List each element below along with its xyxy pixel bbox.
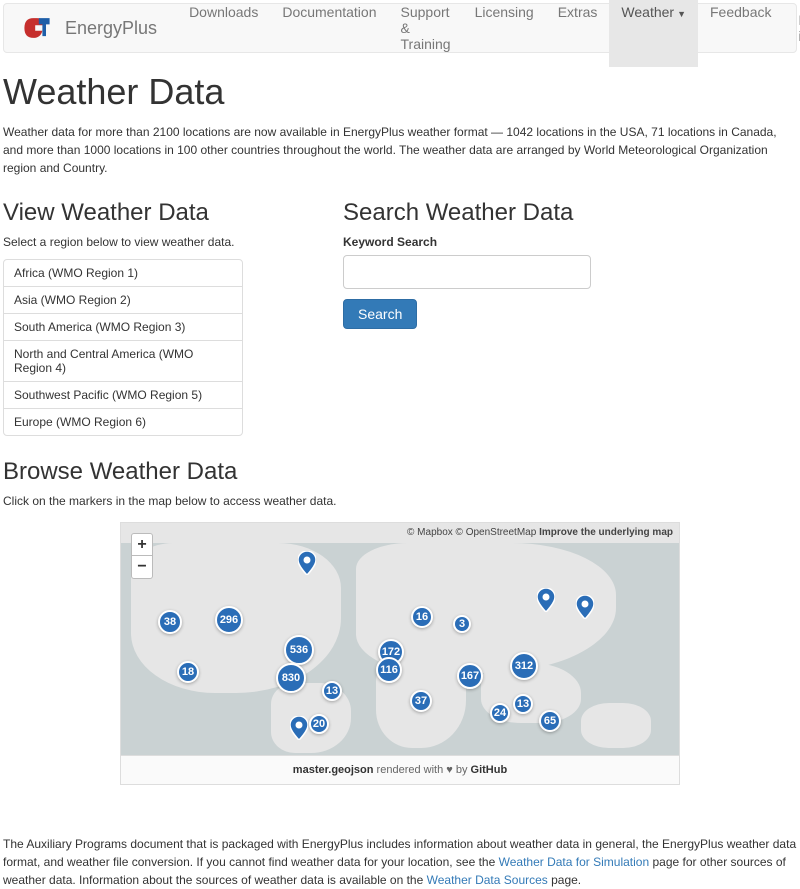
- nav-weather-label: Weather: [621, 4, 674, 20]
- zoom-control: + −: [131, 533, 153, 579]
- footer-text: The Auxiliary Programs document that is …: [0, 835, 800, 889]
- region-africa[interactable]: Africa (WMO Region 1): [4, 260, 242, 287]
- region-asia[interactable]: Asia (WMO Region 2): [4, 287, 242, 314]
- region-europe[interactable]: Europe (WMO Region 6): [4, 409, 242, 435]
- map-footer-file: master.geojson: [293, 764, 374, 776]
- browse-subtext: Click on the markers in the map below to…: [3, 494, 797, 508]
- map-footer-by: GitHub: [471, 764, 508, 776]
- caret-down-icon: ▼: [677, 9, 686, 19]
- attrib-improve[interactable]: Improve the underlying map: [539, 527, 673, 538]
- map-cluster-marker[interactable]: 65: [539, 710, 561, 732]
- nav-downloads[interactable]: Downloads: [177, 0, 270, 67]
- nav-licensing[interactable]: Licensing: [463, 0, 546, 67]
- navbar: EnergyPlus Downloads Documentation Suppo…: [3, 3, 797, 53]
- footer-t3: page.: [548, 873, 581, 887]
- brand-logo[interactable]: [19, 14, 55, 42]
- map-pin-icon[interactable]: [576, 595, 594, 622]
- map-footer: master.geojson rendered with ♥ by GitHub: [120, 756, 680, 785]
- search-input[interactable]: [343, 255, 591, 289]
- map-cluster-marker[interactable]: 24: [490, 703, 510, 723]
- map-frame[interactable]: © Mapbox © OpenStreetMap Improve the und…: [120, 522, 680, 756]
- map-cluster-marker[interactable]: 830: [276, 663, 306, 693]
- nav-support[interactable]: Support & Training: [389, 0, 463, 67]
- page-title: Weather Data: [3, 71, 797, 113]
- footer-link-sources[interactable]: Weather Data Sources: [427, 873, 548, 887]
- map-pin-icon[interactable]: [290, 716, 308, 743]
- map-pin-icon[interactable]: [537, 588, 555, 615]
- zoom-out-button[interactable]: −: [132, 556, 152, 578]
- zoom-in-button[interactable]: +: [132, 534, 152, 556]
- browse-heading: Browse Weather Data: [3, 458, 797, 486]
- attrib-mapbox[interactable]: © Mapbox: [407, 527, 453, 538]
- region-southwest-pacific[interactable]: Southwest Pacific (WMO Region 5): [4, 382, 242, 409]
- map-cluster-marker[interactable]: 536: [284, 635, 314, 665]
- map-cluster-marker[interactable]: 167: [457, 663, 483, 689]
- map-cluster-marker[interactable]: 3: [453, 615, 471, 633]
- nav-documentation[interactable]: Documentation: [270, 0, 388, 67]
- attrib-osm[interactable]: © OpenStreetMap: [456, 527, 537, 538]
- nav-feedback[interactable]: Feedback: [698, 0, 783, 67]
- brand-name[interactable]: EnergyPlus: [65, 18, 157, 39]
- map-cluster-marker[interactable]: 37: [410, 690, 432, 712]
- view-subtext: Select a region below to view weather da…: [3, 235, 343, 249]
- map-cluster-marker[interactable]: 18: [177, 661, 199, 683]
- map-footer-rendered: rendered with ♥ by: [374, 764, 471, 776]
- nav-links: Downloads Documentation Support & Traini…: [177, 0, 783, 67]
- intro-text: Weather data for more than 2100 location…: [3, 123, 797, 177]
- map-cluster-marker[interactable]: 38: [158, 610, 182, 634]
- map-cluster-marker[interactable]: 16: [411, 606, 433, 628]
- login-link[interactable]: Log in: [783, 0, 800, 59]
- map-attribution: © Mapbox © OpenStreetMap Improve the und…: [407, 527, 673, 538]
- map-cluster-marker[interactable]: 296: [215, 606, 243, 634]
- map-cluster-marker[interactable]: 312: [510, 652, 538, 680]
- map-cluster-marker[interactable]: 13: [513, 694, 533, 714]
- map-pin-icon[interactable]: [298, 551, 316, 578]
- map-cluster-marker[interactable]: 13: [322, 681, 342, 701]
- map-cluster-marker[interactable]: 20: [309, 714, 329, 734]
- footer-link-simulation[interactable]: Weather Data for Simulation: [499, 855, 650, 869]
- view-heading: View Weather Data: [3, 199, 343, 227]
- nav-weather[interactable]: Weather▼: [609, 0, 698, 67]
- region-north-central-america[interactable]: North and Central America (WMO Region 4): [4, 341, 242, 382]
- map-cluster-marker[interactable]: 116: [376, 657, 402, 683]
- region-south-america[interactable]: South America (WMO Region 3): [4, 314, 242, 341]
- search-heading: Search Weather Data: [343, 199, 797, 227]
- region-list: Africa (WMO Region 1) Asia (WMO Region 2…: [3, 259, 243, 436]
- nav-extras[interactable]: Extras: [546, 0, 610, 67]
- search-button[interactable]: Search: [343, 299, 417, 329]
- search-label: Keyword Search: [343, 235, 797, 249]
